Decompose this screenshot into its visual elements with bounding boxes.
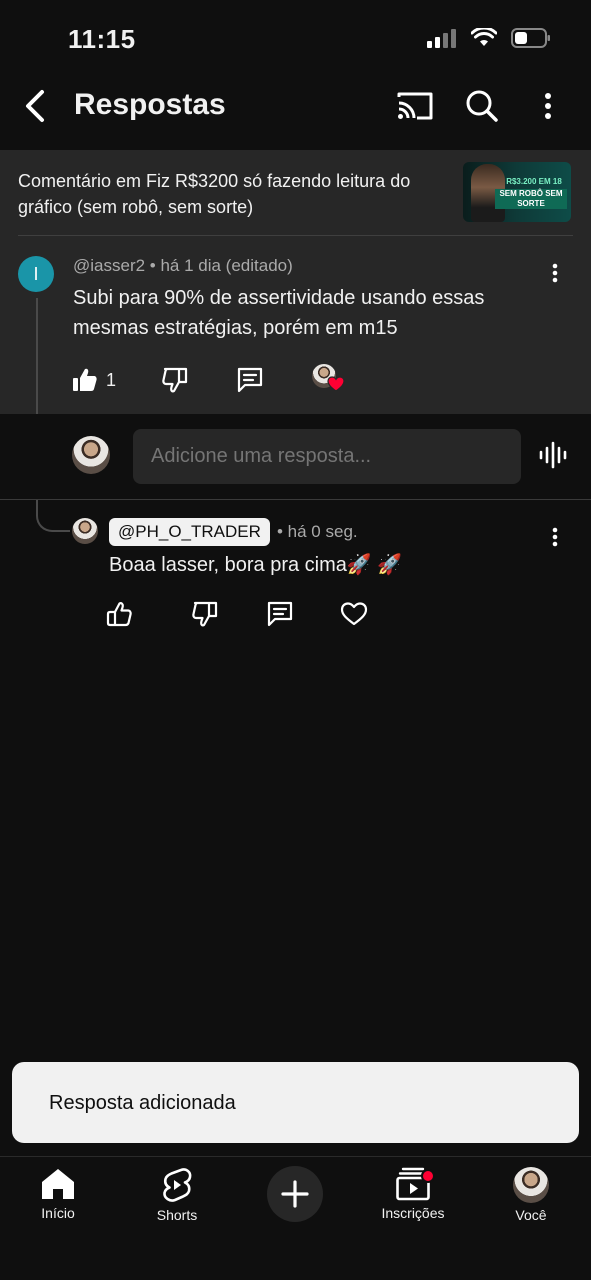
thumb-up-icon <box>106 602 132 627</box>
nav-item-home[interactable]: Início <box>8 1167 108 1221</box>
avatar[interactable]: I <box>18 256 54 292</box>
thumbnail-caption-2: SEM ROBÔ SEM SORTE <box>495 189 567 209</box>
creator-heart-badge <box>312 364 346 396</box>
status-bar: 11:15 <box>0 0 591 80</box>
comment-meta: @iasser2 • há 1 dia (editado) <box>73 256 293 275</box>
battery-icon <box>511 28 550 48</box>
comment-actions: 1 <box>72 362 346 398</box>
wifi-icon <box>471 28 497 46</box>
nav-label: Shorts <box>156 1207 198 1223</box>
video-thumbnail[interactable]: R$3.200 EM 18 MIN SEM ROBÔ SEM SORTE <box>463 162 571 222</box>
nav-label: Inscrições <box>381 1205 445 1221</box>
notification-dot <box>421 1169 435 1183</box>
nav-label: Você <box>515 1207 547 1223</box>
nav-item-subscriptions[interactable]: Inscrições <box>363 1167 463 1221</box>
cellular-signal-icon <box>427 29 456 48</box>
parent-comment-section: Comentário em Fiz R$3200 só fazendo leit… <box>0 150 591 414</box>
more-vert-icon <box>552 527 558 547</box>
create-button[interactable] <box>267 1166 323 1222</box>
like-count: 1 <box>106 369 117 390</box>
dislike-button[interactable] <box>162 367 188 393</box>
thumb-up-filled-icon <box>73 368 97 391</box>
subscriptions-icon-wrap <box>395 1167 435 1201</box>
avatar <box>72 436 110 474</box>
voice-waveform-icon <box>539 441 567 469</box>
heart-button[interactable] <box>340 601 368 627</box>
heart-filled-icon <box>327 376 345 392</box>
snackbar-toast: Resposta adicionada <box>12 1062 579 1143</box>
nav-item-you[interactable]: Você <box>481 1167 581 1223</box>
more-options-button[interactable] <box>528 86 568 126</box>
divider <box>18 235 573 236</box>
thread-connector <box>36 500 70 532</box>
reply-comment-icon <box>237 367 263 393</box>
reply-composer <box>0 414 591 500</box>
thread-line <box>36 298 38 414</box>
cast-icon <box>397 92 433 120</box>
avatar <box>513 1167 549 1203</box>
cast-button[interactable] <box>395 86 435 126</box>
comment-text: Subi para 90% de assertividade usando es… <box>73 287 485 339</box>
nav-label: Início <box>41 1205 75 1221</box>
shorts-icon <box>163 1168 192 1202</box>
reply-input[interactable] <box>133 429 521 484</box>
status-time: 11:15 <box>68 24 136 54</box>
back-arrow-icon <box>26 90 44 122</box>
heart-outline-icon <box>340 602 368 626</box>
reply-comment-icon <box>267 601 293 627</box>
like-button[interactable] <box>106 601 132 627</box>
voice-input-button[interactable] <box>538 440 568 475</box>
toast-text: Resposta adicionada <box>49 1092 236 1114</box>
plus-icon <box>281 1180 309 1208</box>
reply-text: Boaa lasser, bora pra cima🚀 🚀 <box>109 554 403 576</box>
reply-author-handle[interactable]: @PH_O_TRADER <box>109 518 270 546</box>
back-button[interactable] <box>18 86 52 126</box>
reply-meta: • há 0 seg. <box>277 522 358 541</box>
video-reference-text[interactable]: Comentário em Fiz R$3200 só fazendo leit… <box>18 168 448 220</box>
avatar[interactable] <box>72 518 98 544</box>
home-icon <box>42 1169 74 1199</box>
nav-item-shorts[interactable]: Shorts <box>127 1167 227 1223</box>
comment-more-button[interactable] <box>543 258 567 288</box>
thumb-down-icon <box>162 367 188 393</box>
thumb-down-icon <box>192 601 218 627</box>
more-vert-icon <box>552 263 558 283</box>
search-icon <box>466 90 498 122</box>
search-button[interactable] <box>462 86 502 126</box>
like-button[interactable]: 1 <box>72 367 116 393</box>
system-icons <box>427 28 551 48</box>
reply-actions <box>106 598 368 630</box>
dislike-button[interactable] <box>192 601 218 627</box>
divider <box>0 499 591 500</box>
reply-button[interactable] <box>266 601 294 627</box>
reply-button[interactable] <box>236 367 264 393</box>
reply-more-button[interactable] <box>543 522 567 552</box>
more-vert-icon <box>545 93 551 119</box>
page-title: Respostas <box>74 88 226 121</box>
bottom-navigation: Início Shorts Inscrições Você <box>0 1156 591 1280</box>
top-app-bar: Respostas <box>0 76 591 136</box>
